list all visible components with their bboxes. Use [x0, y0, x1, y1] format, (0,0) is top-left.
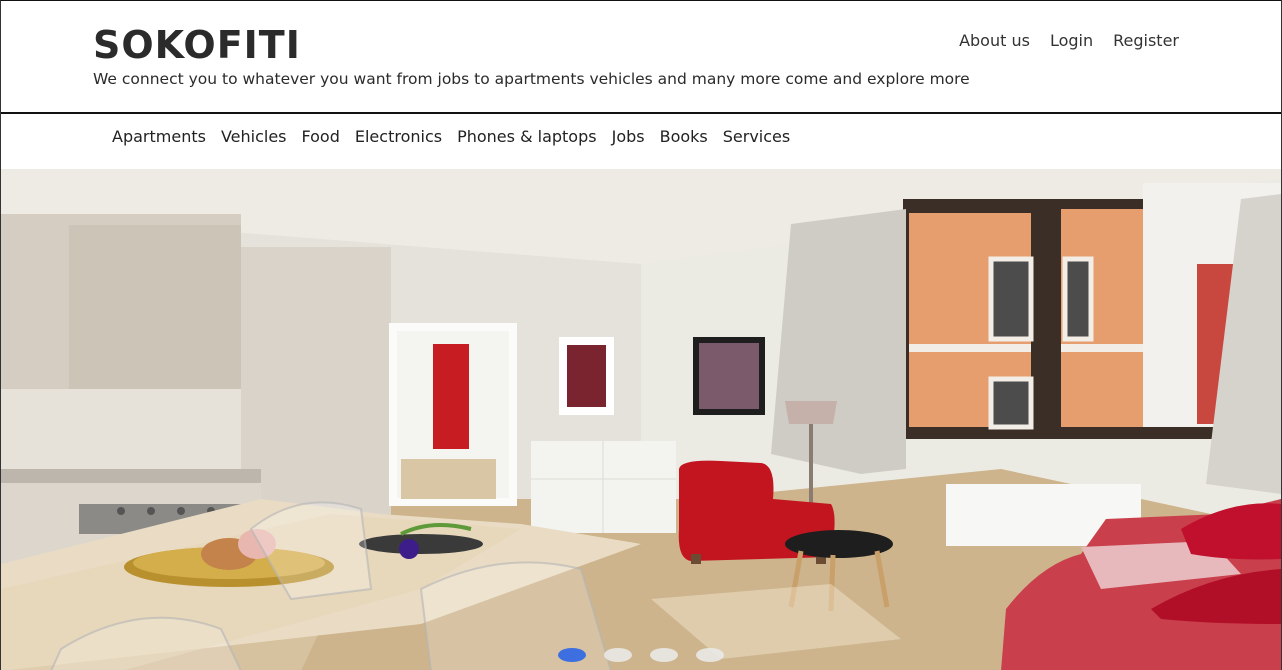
site-logo[interactable]: SOKOFITI — [93, 23, 301, 67]
carousel-dot-3[interactable] — [650, 648, 678, 662]
about-us-link[interactable]: About us — [959, 31, 1030, 50]
hero-carousel[interactable] — [1, 169, 1281, 670]
site-tagline: We connect you to whatever you want from… — [93, 70, 970, 88]
category-food[interactable]: Food — [302, 127, 340, 146]
apartment-interior-image — [1, 169, 1281, 670]
category-apartments[interactable]: Apartments — [112, 127, 206, 146]
category-nav: Apartments Vehicles Food Electronics Pho… — [1, 114, 1281, 169]
login-link[interactable]: Login — [1050, 31, 1093, 50]
carousel-indicators — [558, 648, 724, 662]
category-vehicles[interactable]: Vehicles — [221, 127, 287, 146]
category-electronics[interactable]: Electronics — [355, 127, 442, 146]
page-frame: SOKOFITI We connect you to whatever you … — [0, 0, 1282, 670]
category-phones-laptops[interactable]: Phones & laptops — [457, 127, 597, 146]
carousel-dot-1[interactable] — [558, 648, 586, 662]
site-header: SOKOFITI We connect you to whatever you … — [1, 1, 1281, 114]
category-jobs[interactable]: Jobs — [612, 127, 645, 146]
category-books[interactable]: Books — [660, 127, 708, 146]
top-nav: About us Login Register — [959, 31, 1179, 50]
category-services[interactable]: Services — [723, 127, 790, 146]
carousel-dot-4[interactable] — [696, 648, 724, 662]
register-link[interactable]: Register — [1113, 31, 1179, 50]
carousel-dot-2[interactable] — [604, 648, 632, 662]
